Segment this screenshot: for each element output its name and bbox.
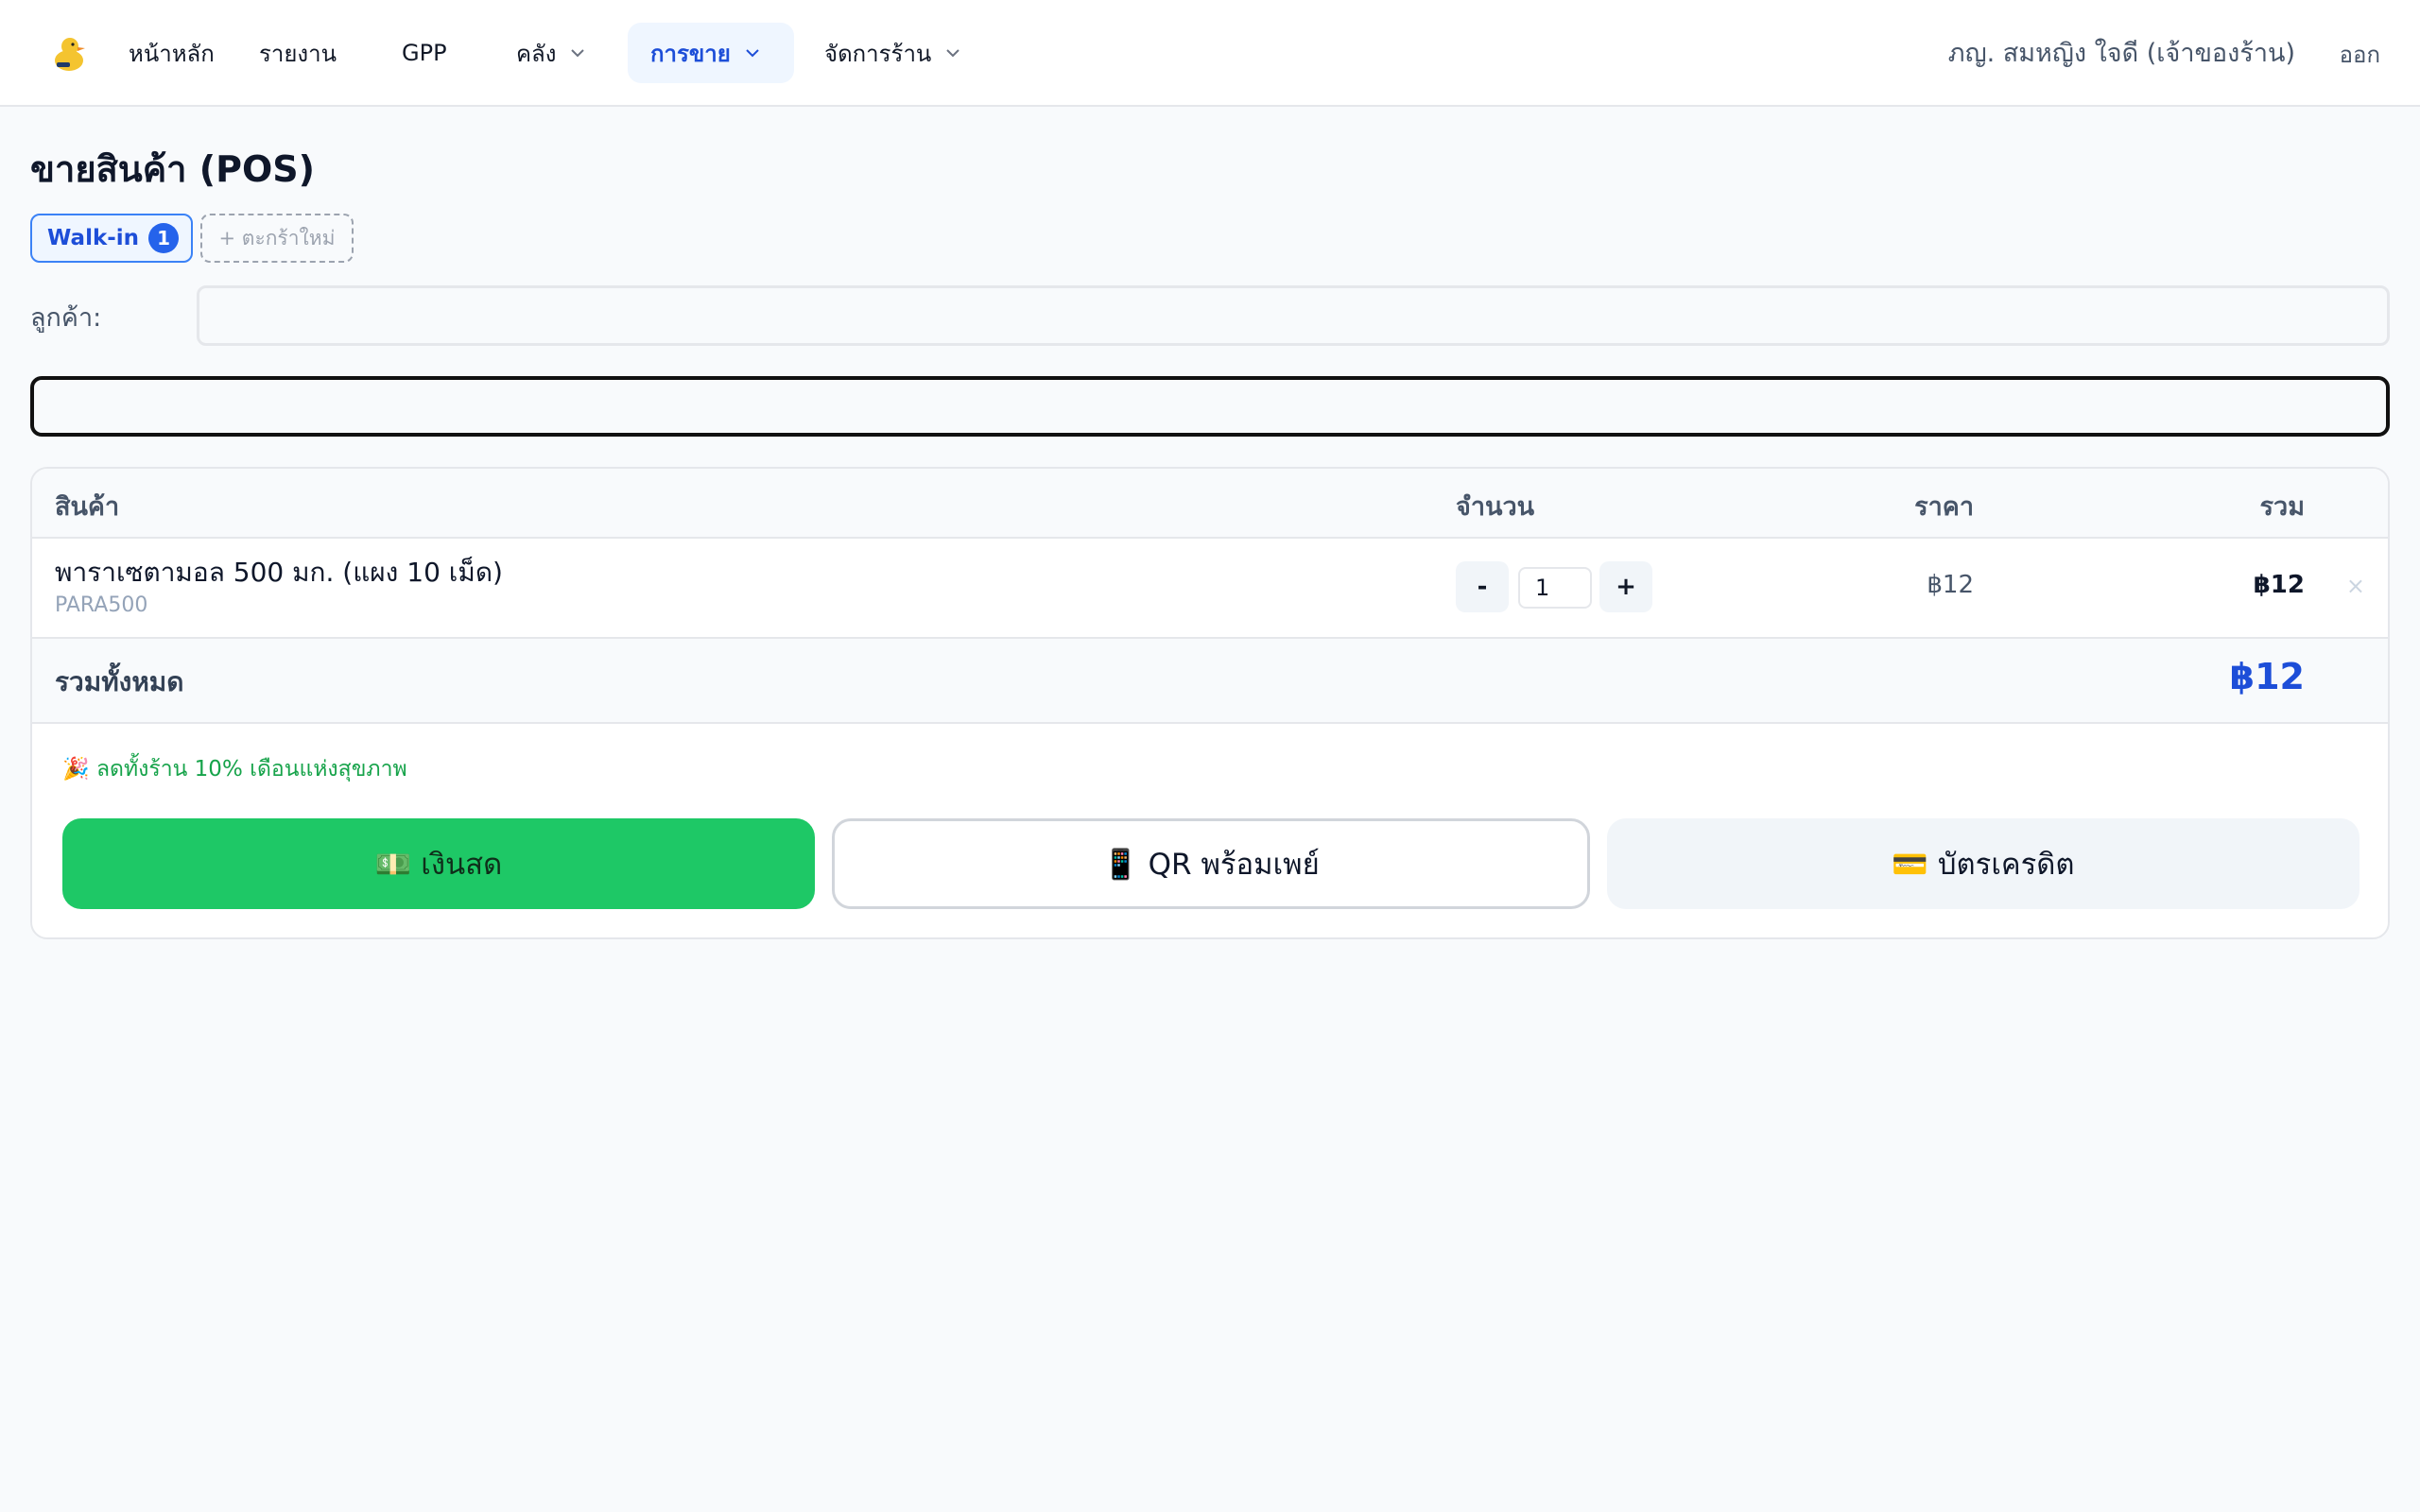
nav-sales-label: การขาย [650, 40, 731, 67]
header-qty: จำนวน [1456, 492, 1535, 522]
nav-home-label: หน้าหลัก [129, 40, 215, 67]
table-row: พาราเซตามอล 500 มก. (แผง 10 เม็ด) PARA50… [32, 539, 2388, 639]
cart-count-badge: 1 [148, 223, 180, 253]
logout-link[interactable]: ออก [2340, 36, 2380, 73]
grand-total-row: รวมทั้งหมด ฿12 [32, 639, 2388, 724]
row-total: ฿12 [2253, 571, 2305, 599]
customer-input[interactable] [197, 285, 2390, 346]
product-sku: PARA500 [55, 593, 148, 617]
duck-logo-icon[interactable] [51, 34, 87, 74]
nav-inventory[interactable]: คลัง [516, 23, 588, 83]
chevron-down-icon [571, 49, 585, 58]
pay-cash-button[interactable]: 💵 เงินสด [62, 818, 815, 909]
cart-table-header: สินค้า จำนวน ราคา รวม [32, 469, 2388, 539]
qty-input[interactable]: 1 [1518, 567, 1592, 609]
nav-home[interactable]: หน้าหลัก [129, 23, 215, 83]
user-name: ภญ. สมหญิง ใจดี (เจ้าของร้าน) [1947, 39, 2295, 68]
grand-total-value: ฿12 [2229, 656, 2305, 697]
header-product: สินค้า [55, 492, 120, 522]
nav-gpp[interactable]: GPP [402, 23, 447, 83]
chevron-down-icon [946, 49, 960, 58]
page-title: ขายสินค้า (POS) [30, 148, 315, 190]
cart-tab-walk-in[interactable]: Walk-in 1 [30, 214, 193, 263]
qty-increase-button[interactable]: + [1599, 561, 1652, 612]
top-navbar: หน้าหลัก รายงาน GPP คลัง การขาย จัดการร้… [0, 0, 2420, 107]
pay-credit-card-button[interactable]: 💳 บัตรเครดิต [1607, 818, 2360, 909]
nav-gpp-label: GPP [402, 40, 447, 66]
nav-reports-label: รายงาน [259, 40, 337, 67]
nav-store-management-label: จัดการร้าน [824, 40, 932, 67]
pay-qr-promptpay-button[interactable]: 📱 QR พร้อมเพย์ [832, 818, 1590, 909]
nav-store-management[interactable]: จัดการร้าน [824, 23, 963, 83]
product-name: พาราเซตามอล 500 มก. (แผง 10 เม็ด) [55, 557, 503, 588]
product-search-input[interactable] [30, 376, 2390, 437]
grand-total-label: รวมทั้งหมด [55, 666, 184, 697]
unit-price: ฿12 [1927, 571, 1974, 599]
new-cart-button[interactable]: + ตะกร้าใหม่ [200, 214, 354, 263]
nav-inventory-label: คลัง [516, 40, 557, 67]
cart-panel: สินค้า จำนวน ราคา รวม พาราเซตามอล 500 มก… [30, 467, 2390, 939]
customer-label: ลูกค้า: [30, 303, 102, 333]
promotion-banner: 🎉 ลดทั้งร้าน 10% เดือนแห่งสุขภาพ [62, 757, 407, 782]
cart-tab-label: Walk-in [47, 226, 140, 250]
header-price: ราคา [1914, 492, 1974, 522]
remove-item-icon[interactable]: × [2346, 573, 2365, 599]
nav-sales[interactable]: การขาย [628, 23, 794, 83]
header-total: รวม [2259, 492, 2305, 522]
chevron-down-icon [746, 49, 759, 58]
qty-decrease-button[interactable]: - [1456, 561, 1509, 612]
nav-reports[interactable]: รายงาน [259, 23, 337, 83]
